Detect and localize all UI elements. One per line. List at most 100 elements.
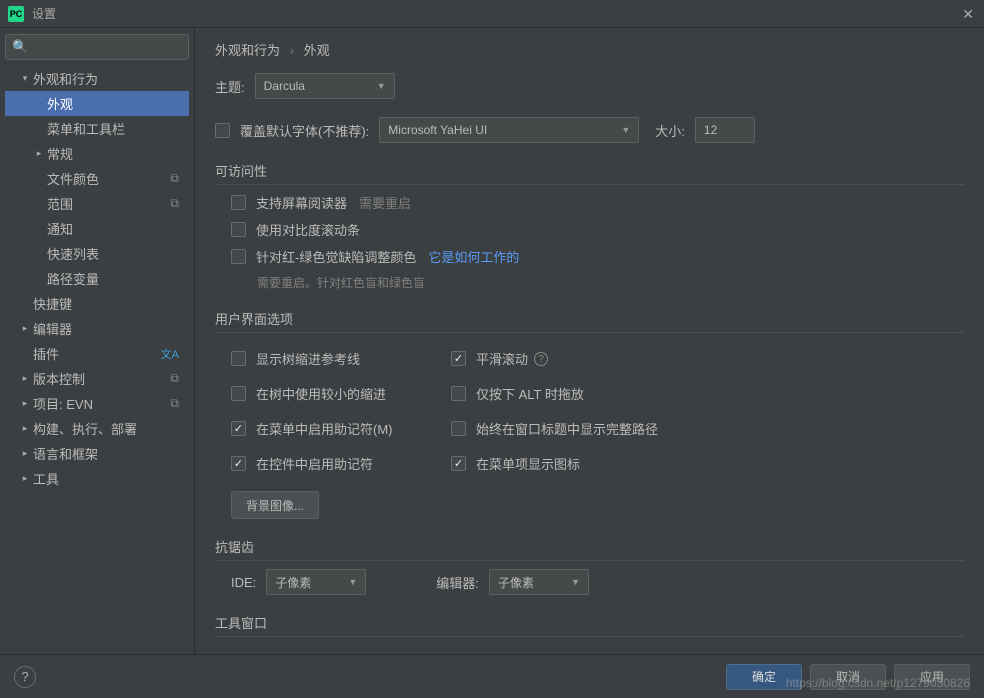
settings-tree: ▾外观和行为外观菜单和工具栏▸常规文件颜色⧉范围⧉通知快速列表路径变量快捷键▸编… — [5, 66, 189, 654]
screen-reader-label: 支持屏幕阅读器 — [256, 193, 347, 212]
search-icon: 🔍 — [12, 39, 28, 55]
uiopt-checkbox[interactable] — [451, 456, 466, 471]
sidebar-item-label: 项目: EVN — [33, 394, 93, 413]
sidebar-item-label: 菜单和工具栏 — [47, 119, 125, 138]
font-override-row: 覆盖默认字体(不推荐): Microsoft YaHei UI▼ 大小: — [215, 117, 964, 143]
content-panel: 外观和行为 › 外观 主题: Darcula▼ 覆盖默认字体(不推荐): Mic… — [195, 28, 984, 654]
chevron-right-icon: ▸ — [19, 373, 31, 384]
titlebar: PC 设置 ✕ — [0, 0, 984, 28]
sidebar-item-label: 编辑器 — [33, 319, 72, 338]
how-it-works-link[interactable]: 它是如何工作的 — [428, 247, 519, 266]
sidebar-item-label: 通知 — [47, 219, 73, 238]
uiopt-checkbox[interactable] — [451, 351, 466, 366]
uiopt-checkbox[interactable] — [231, 456, 246, 471]
sidebar-item-label: 外观和行为 — [33, 69, 98, 88]
sidebar-item-15[interactable]: ▸语言和框架 — [5, 441, 189, 466]
ide-aa-select[interactable]: 子像素▼ — [266, 569, 366, 595]
sidebar-item-8[interactable]: 路径变量 — [5, 266, 189, 291]
sidebar-item-label: 路径变量 — [47, 269, 99, 288]
search-box[interactable]: 🔍 — [5, 34, 189, 60]
chevron-right-icon: ▸ — [19, 423, 31, 434]
uiopt-checkbox[interactable] — [451, 386, 466, 401]
copy-icon: ⧉ — [170, 171, 179, 186]
sidebar-item-7[interactable]: 快速列表 — [5, 241, 189, 266]
uiopt-checkbox[interactable] — [231, 421, 246, 436]
theme-row: 主题: Darcula▼ — [215, 73, 964, 99]
sidebar-item-16[interactable]: ▸工具 — [5, 466, 189, 491]
contrast-scroll-row: 使用对比度滚动条 — [231, 220, 964, 239]
sidebar: 🔍 ▾外观和行为外观菜单和工具栏▸常规文件颜色⧉范围⧉通知快速列表路径变量快捷键… — [0, 28, 195, 654]
ok-button[interactable]: 确定 — [726, 664, 802, 690]
sidebar-item-1[interactable]: 外观 — [5, 91, 189, 116]
font-override-checkbox[interactable] — [215, 123, 230, 138]
sidebar-item-label: 常规 — [47, 144, 73, 163]
breadcrumb-root[interactable]: 外观和行为 — [215, 43, 280, 58]
uiopt-label: 在菜单项显示图标 — [476, 454, 580, 473]
font-size-label: 大小: — [655, 121, 685, 140]
main-area: 🔍 ▾外观和行为外观菜单和工具栏▸常规文件颜色⧉范围⧉通知快速列表路径变量快捷键… — [0, 28, 984, 654]
redgreen-row: 针对红-绿色觉缺陷调整颜色 它是如何工作的 — [231, 247, 964, 266]
uiopt-checkbox[interactable] — [231, 386, 246, 401]
search-input[interactable] — [32, 40, 187, 54]
sidebar-item-9[interactable]: 快捷键 — [5, 291, 189, 316]
help-button[interactable]: ? — [14, 666, 36, 688]
sidebar-item-12[interactable]: ▸版本控制⧉ — [5, 366, 189, 391]
breadcrumb-sep: › — [290, 43, 294, 58]
sidebar-item-0[interactable]: ▾外观和行为 — [5, 66, 189, 91]
uiopt-left-1: 在树中使用较小的缩进 — [231, 384, 435, 403]
uiopt-label: 显示树缩进参考线 — [256, 349, 360, 368]
cancel-button[interactable]: 取消 — [810, 664, 886, 690]
sidebar-item-3[interactable]: ▸常规 — [5, 141, 189, 166]
ide-aa-label: IDE: — [231, 575, 256, 590]
copy-icon: ⧉ — [170, 396, 179, 411]
uiopt-label: 仅按下 ALT 时拖放 — [476, 384, 584, 403]
redgreen-label: 针对红-绿色觉缺陷调整颜色 — [256, 247, 416, 266]
close-icon[interactable]: ✕ — [962, 6, 974, 23]
sidebar-item-4[interactable]: 文件颜色 ⧉ — [5, 166, 189, 191]
sidebar-item-label: 范围 — [47, 194, 73, 213]
help-icon[interactable]: ? — [534, 352, 548, 366]
sidebar-item-2[interactable]: 菜单和工具栏 — [5, 116, 189, 141]
screen-reader-checkbox[interactable] — [231, 195, 246, 210]
sidebar-item-13[interactable]: ▸项目: EVN ⧉ — [5, 391, 189, 416]
chevron-right-icon: ▸ — [19, 398, 31, 409]
sidebar-item-label: 文件颜色 — [47, 169, 99, 188]
font-size-input[interactable] — [695, 117, 755, 143]
app-icon: PC — [8, 6, 24, 22]
sidebar-item-6[interactable]: 通知 — [5, 216, 189, 241]
sidebar-item-10[interactable]: ▸编辑器 — [5, 316, 189, 341]
editor-aa-label: 编辑器: — [436, 573, 479, 592]
uiopt-checkbox[interactable] — [451, 421, 466, 436]
copy-icon: ⧉ — [170, 196, 179, 211]
editor-aa-select[interactable]: 子像素▼ — [489, 569, 589, 595]
chevron-right-icon: ▸ — [19, 448, 31, 459]
redgreen-checkbox[interactable] — [231, 249, 246, 264]
contrast-scroll-checkbox[interactable] — [231, 222, 246, 237]
toolwindow-grid: 显示工具窗口栏 显示工具窗口编号 — [215, 645, 964, 654]
font-override-label: 覆盖默认字体(不推荐): — [240, 121, 369, 140]
uiopt-right-3: 在菜单项显示图标 — [451, 454, 735, 473]
sidebar-item-label: 插件 — [33, 344, 59, 363]
window-title: 设置 — [32, 5, 56, 22]
accessibility-head: 可访问性 — [215, 161, 964, 185]
uiopt-label: 平滑滚动 — [476, 349, 528, 368]
font-family-select[interactable]: Microsoft YaHei UI▼ — [379, 117, 639, 143]
sidebar-item-label: 工具 — [33, 469, 59, 488]
uiopt-right-0: 平滑滚动? — [451, 349, 735, 368]
background-image-button[interactable]: 背景图像... — [231, 491, 319, 519]
sidebar-item-label: 构建、执行、部署 — [33, 419, 137, 438]
screen-reader-hint: 需要重启 — [359, 193, 411, 212]
contrast-scroll-label: 使用对比度滚动条 — [256, 220, 360, 239]
apply-button[interactable]: 应用 — [894, 664, 970, 690]
sidebar-item-5[interactable]: 范围 ⧉ — [5, 191, 189, 216]
translate-icon: 文A — [161, 346, 179, 362]
breadcrumb-leaf: 外观 — [304, 43, 330, 58]
uiopt-checkbox[interactable] — [231, 351, 246, 366]
ui-options-head: 用户界面选项 — [215, 309, 964, 333]
antialias-head: 抗锯齿 — [215, 537, 964, 561]
sidebar-item-11[interactable]: 插件 文A — [5, 341, 189, 366]
uiopt-right-2: 始终在窗口标题中显示完整路径 — [451, 419, 735, 438]
theme-select[interactable]: Darcula▼ — [255, 73, 395, 99]
chevron-right-icon: ▸ — [19, 473, 31, 484]
sidebar-item-14[interactable]: ▸构建、执行、部署 — [5, 416, 189, 441]
